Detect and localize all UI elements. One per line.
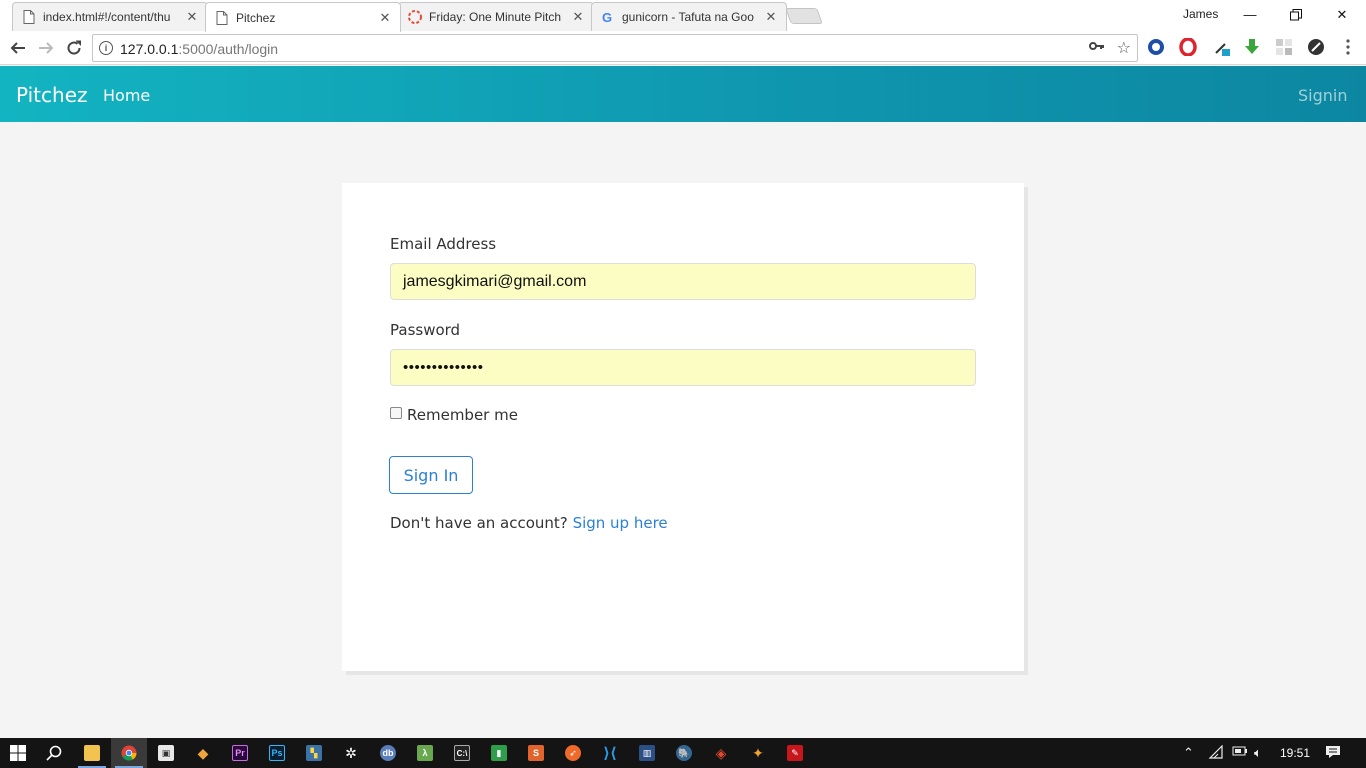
nav-signin-link[interactable]: Signin: [1298, 86, 1347, 105]
python-icon[interactable]: ▚: [296, 738, 332, 768]
vscode-icon[interactable]: ⟩⟨: [592, 738, 628, 768]
menu-kebab-icon[interactable]: [1338, 37, 1358, 57]
document-icon: [214, 10, 230, 26]
close-tab-icon[interactable]: ✕: [571, 9, 585, 24]
forward-arrow-icon[interactable]: [33, 35, 59, 61]
browser-tab-active[interactable]: Pitchez ✕: [205, 2, 401, 32]
bookmark-star-icon[interactable]: ☆: [1117, 38, 1131, 58]
opera-icon[interactable]: [1178, 37, 1198, 57]
back-arrow-icon[interactable]: [5, 35, 31, 61]
profile-name[interactable]: James: [1183, 7, 1218, 21]
wifi-icon[interactable]: [1208, 744, 1224, 762]
remember-me-checkbox[interactable]: [390, 407, 402, 419]
site-info-icon[interactable]: i: [99, 41, 113, 55]
file-explorer-icon[interactable]: [74, 738, 110, 768]
lambda-icon[interactable]: λ: [407, 738, 443, 768]
address-bar[interactable]: i 127.0.0.1:5000/auth/login ☆: [92, 34, 1138, 62]
postman-icon[interactable]: ➶: [555, 738, 591, 768]
svg-text:G: G: [602, 10, 612, 24]
app-fire-icon[interactable]: ✦: [740, 738, 776, 768]
app-diamond-icon[interactable]: ◆: [185, 738, 221, 768]
terminal-icon[interactable]: C:\: [444, 738, 480, 768]
app-green-icon[interactable]: ▮: [481, 738, 517, 768]
tab-title: Friday: One Minute Pitch: [429, 10, 562, 24]
signup-prompt-text: Don't have an account?: [390, 514, 568, 532]
color-picker-icon[interactable]: [1212, 37, 1232, 57]
close-tab-icon[interactable]: ✕: [185, 9, 199, 24]
close-tab-icon[interactable]: ✕: [378, 10, 392, 25]
tab-title: gunicorn - Tafuta na Goo: [622, 10, 754, 24]
close-tab-icon[interactable]: ✕: [764, 9, 778, 24]
new-tab-button[interactable]: [785, 8, 823, 24]
browser-toolbar: i 127.0.0.1:5000/auth/login ☆: [0, 31, 1366, 65]
tray-chevron-up-icon[interactable]: ⌃: [1183, 745, 1194, 761]
restore-icon[interactable]: [1273, 0, 1319, 29]
git-icon[interactable]: ◈: [703, 738, 739, 768]
clock[interactable]: 19:51: [1280, 746, 1310, 760]
url-path: :5000/auth/login: [178, 41, 279, 57]
windows-start-icon[interactable]: [0, 738, 36, 768]
postgres-icon[interactable]: 🐘: [666, 738, 702, 768]
action-center-icon[interactable]: [1325, 745, 1341, 762]
volume-icon[interactable]: 🔈︎: [1254, 745, 1262, 761]
settings-app-icon[interactable]: ✲: [333, 738, 369, 768]
brand-logo[interactable]: Pitchez: [16, 83, 88, 107]
browser-tab[interactable]: G gunicorn - Tafuta na Goo ✕: [591, 2, 787, 31]
password-field[interactable]: ••••••••••••••: [390, 349, 976, 386]
minimize-icon[interactable]: —: [1227, 0, 1273, 29]
extension-grid-icon[interactable]: [1274, 37, 1294, 57]
app-circle-icon[interactable]: db: [370, 738, 406, 768]
document-icon: [21, 9, 37, 25]
windows-taskbar: ▣ ◆ Pr Ps ▚ ✲ db λ C:\ ▮ S ➶ ⟩⟨ ▥ 🐘 ◈ ✦ …: [0, 738, 1366, 768]
sign-in-button[interactable]: Sign In: [389, 456, 473, 494]
url-text: 127.0.0.1:5000/auth/login: [120, 41, 278, 57]
login-card: Email Address jamesgkimari@gmail.com Pas…: [342, 183, 1024, 671]
app-navbar: Pitchez Home Signin: [0, 66, 1366, 122]
email-field[interactable]: jamesgkimari@gmail.com: [390, 263, 976, 300]
reload-icon[interactable]: [61, 35, 87, 61]
nav-home-link[interactable]: Home: [103, 86, 150, 105]
premiere-icon[interactable]: Pr: [222, 738, 258, 768]
extension-icon[interactable]: [1146, 37, 1166, 57]
photoshop-icon[interactable]: Ps: [259, 738, 295, 768]
tab-title: Pitchez: [236, 10, 276, 25]
sublime-icon[interactable]: S: [518, 738, 554, 768]
search-icon[interactable]: [36, 738, 72, 768]
close-window-icon[interactable]: ✕: [1319, 0, 1365, 29]
google-icon: G: [600, 9, 616, 25]
signup-link[interactable]: Sign up here: [573, 514, 668, 532]
tab-title: index.html#!/content/thu: [43, 10, 171, 24]
key-icon[interactable]: [1089, 39, 1105, 56]
loading-spinner-icon: [407, 9, 423, 25]
chrome-icon[interactable]: [111, 738, 147, 768]
remember-me-label[interactable]: Remember me: [407, 406, 518, 424]
email-label: Email Address: [390, 235, 497, 253]
app-blocks-icon[interactable]: ▥: [629, 738, 665, 768]
url-host: 127.0.0.1: [120, 41, 179, 57]
download-icon[interactable]: [1242, 37, 1262, 57]
dashlane-icon[interactable]: [1306, 37, 1326, 57]
battery-icon[interactable]: [1232, 745, 1248, 760]
browser-tab-strip: index.html#!/content/thu ✕ Pitchez ✕ Fri…: [0, 0, 1366, 32]
browser-tab[interactable]: index.html#!/content/thu ✕: [12, 2, 208, 31]
store-icon[interactable]: ▣: [148, 738, 184, 768]
password-label: Password: [390, 321, 461, 339]
signup-prompt: Don't have an account? Sign up here: [390, 514, 668, 532]
acrobat-icon[interactable]: ✎: [777, 738, 813, 768]
browser-tab[interactable]: Friday: One Minute Pitch ✕: [398, 2, 594, 31]
